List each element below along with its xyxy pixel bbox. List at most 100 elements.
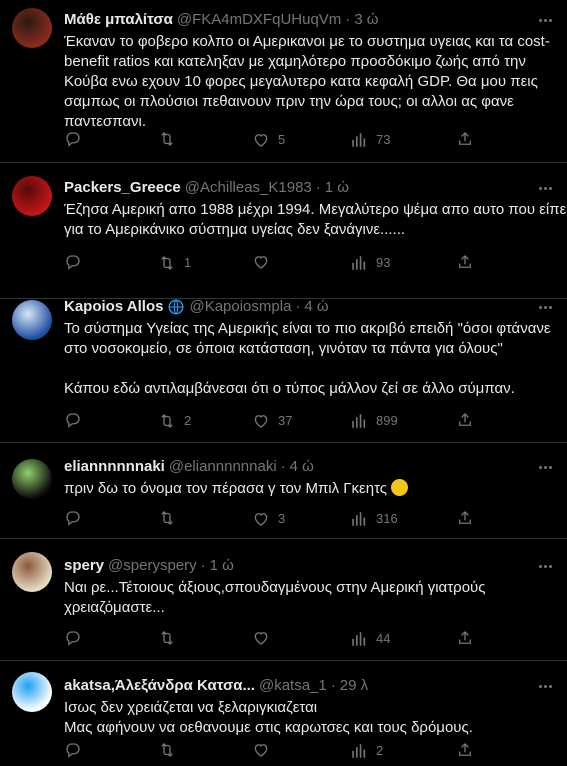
avatar[interactable] [12,300,52,340]
views-button[interactable]: 93 [350,253,390,273]
separator-dot: · [330,677,336,694]
retweet-icon [161,132,173,146]
reply-button[interactable] [64,509,90,527]
tweet-time[interactable]: 29 λ [340,676,368,696]
tweet-text: Ισως δεν χρειάζεται να ξελαριγκιαζεται Μα… [64,698,567,738]
retweet-button[interactable] [158,741,184,759]
share-button[interactable] [456,509,474,527]
tweet-body: Packers_Greece @Achilleas_K1983 · 1 ώ Έζ… [64,178,567,270]
tweet-header: Kapoios Allos @Kapoiosmpla · 4 ώ [64,299,567,317]
reply-icon [66,511,80,526]
user-handle[interactable]: @FKA4mDXFqUHuqVm [177,10,341,30]
views-button[interactable]: 44 [350,629,390,649]
reply-button[interactable] [64,741,90,759]
retweet-button[interactable]: 2 [158,411,191,431]
retweet-button[interactable] [158,509,184,527]
share-button[interactable] [456,411,474,429]
share-button[interactable] [456,253,474,271]
tweet-text-line: για το Αμερικάνικο σύστημα υγείας δεν ξα… [64,221,406,238]
avatar[interactable] [12,672,52,712]
views-button[interactable]: 316 [350,509,398,529]
separator-dot: · [280,458,286,475]
tweet[interactable]: Kapoios Allos @Kapoiosmpla · 4 ώ Το σύστ… [0,299,567,443]
retweet-icon [161,256,173,270]
share-icon [459,743,471,756]
tweet-time[interactable]: 1 ώ [325,178,349,198]
user-handle[interactable]: @Kapoiosmpla [189,299,291,317]
views-button[interactable]: 2 [350,741,383,761]
tweet-text: Έζησα Αμερική απο 1988 μέχρι 1994. Μεγαλ… [64,200,567,240]
user-handle[interactable]: @eliannnnnnaki [169,457,277,477]
share-button[interactable] [456,629,474,647]
user-handle[interactable]: @katsa_1 [259,676,327,696]
display-name[interactable]: eliannnnnnaki [64,457,165,477]
share-icon [459,413,471,426]
avatar[interactable] [12,176,52,216]
like-button[interactable]: 5 [252,130,285,150]
display-name[interactable]: Kapoios Allos [64,299,163,317]
separator-dot: · [315,179,321,196]
tweet-header: Packers_Greece @Achilleas_K1983 · 1 ώ [64,178,567,198]
avatar[interactable] [12,8,52,48]
reply-button[interactable] [64,253,90,271]
views-count: 2 [376,743,384,758]
user-handle[interactable]: @speryspery [108,556,197,576]
share-button[interactable] [456,741,474,759]
more-options-icon[interactable] [535,178,555,198]
more-options-icon[interactable] [535,299,555,317]
views-button[interactable]: 73 [350,130,390,150]
retweet-button[interactable]: 1 [158,253,191,273]
reply-button[interactable] [64,411,90,429]
heart-icon [254,415,268,428]
display-name[interactable]: Packers_Greece [64,178,181,198]
reply-button[interactable] [64,130,90,148]
analytics-bars-icon [352,414,366,428]
views-button[interactable]: 899 [350,411,398,431]
tweet-body: eliannnnnnaki @eliannnnnnaki · 4 ώ πριν … [64,457,567,526]
heart-icon [254,744,268,757]
more-options-icon[interactable] [535,676,555,696]
tweet-time[interactable]: 4 ώ [304,299,328,317]
like-button[interactable] [252,741,278,759]
tweet[interactable]: spery @speryspery · 1 ώ Ναι ρε...Τέτοιου… [0,539,567,661]
like-button[interactable]: 3 [252,509,285,529]
like-button[interactable] [252,629,278,647]
reply-button[interactable] [64,629,90,647]
more-options-icon[interactable] [535,457,555,477]
tweet-time[interactable]: 3 ώ [354,10,378,30]
display-name[interactable]: Μάθε μπαλίτσα [64,10,173,30]
analytics-bars-icon [352,512,366,526]
tweet-text-line: στο νοσοκομείο, σε όποια κατάσταση, γινό… [64,340,503,357]
retweet-icon [161,511,173,525]
like-button[interactable] [252,253,278,271]
share-button[interactable] [456,130,474,148]
tweet[interactable]: Μάθε μπαλίτσα @FKA4mDXFqUHuqVm · 3 ώ Έκα… [0,0,567,163]
retweet-button[interactable] [158,629,184,647]
display-name[interactable]: akatsa,Άλεξάνδρα Κατσα... [64,676,255,696]
tweet[interactable]: eliannnnnnaki @eliannnnnnaki · 4 ώ πριν … [0,443,567,539]
reply-icon [66,255,80,270]
tweet-text-line: παντεσπανι. [64,113,146,130]
tweet-header: spery @speryspery · 1 ώ [64,556,567,576]
analytics-bars-icon [352,744,366,758]
analytics-bars-icon [352,632,366,646]
tweet-text-line: σαμπως οι πλούσιοι πεθαινουν πριν την ώρ… [64,93,514,110]
tweet-text-line: Κάπου εδώ αντιλαμβάνεσαι ότι ο τύπος μάλ… [64,380,515,397]
avatar[interactable] [12,459,52,499]
tweet[interactable]: akatsa,Άλεξάνδρα Κατσα... @katsa_1 · 29 … [0,661,567,766]
like-button[interactable]: 37 [252,411,292,431]
more-options-icon[interactable] [535,556,555,576]
heart-icon [254,256,268,269]
avatar[interactable] [12,552,52,592]
verified-badge-icon [167,299,185,316]
tweet[interactable]: Packers_Greece @Achilleas_K1983 · 1 ώ Έζ… [0,163,567,299]
tweet-time[interactable]: 1 ώ [210,556,234,576]
reply-icon [66,631,80,646]
tweet-body: spery @speryspery · 1 ώ Ναι ρε...Τέτοιου… [64,556,567,646]
retweet-button[interactable] [158,130,184,148]
user-handle[interactable]: @Achilleas_K1983 [185,178,312,198]
tweet-time[interactable]: 4 ώ [290,457,314,477]
tweet-text: Έκαναν το φοβερο κολπο οι Αμερικανοι με … [64,32,567,132]
display-name[interactable]: spery [64,556,104,576]
more-options-icon[interactable] [535,10,555,30]
